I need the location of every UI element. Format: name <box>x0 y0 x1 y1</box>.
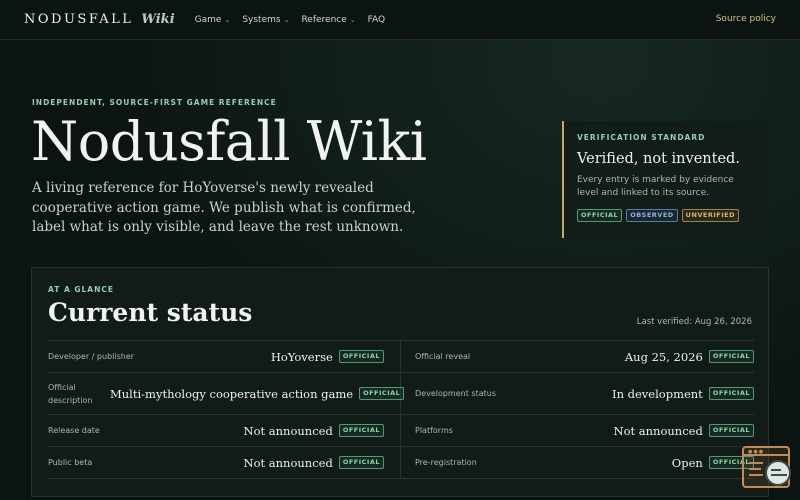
chevron-down-icon: ⌄ <box>224 15 231 24</box>
status-label: Platforms <box>415 426 453 435</box>
status-value-group: Not announced OFFICIAL <box>244 456 384 470</box>
status-row: Developer / publisher HoYoverse OFFICIAL… <box>48 341 754 373</box>
status-label: Pre-registration <box>415 458 477 467</box>
status-value: Aug 25, 2026 <box>624 349 703 364</box>
status-cell-developer: Developer / publisher HoYoverse OFFICIAL <box>48 341 401 372</box>
brand-suffix: Wiki <box>141 12 175 27</box>
status-row: Release date Not announced OFFICIAL Plat… <box>48 415 754 447</box>
page-title: Nodusfall Wiki <box>31 110 427 173</box>
status-value: Multi-mythology cooperative action game <box>110 386 354 401</box>
nav-item-faq[interactable]: FAQ <box>368 15 385 25</box>
nav-item-label: Systems <box>242 14 281 25</box>
status-value-group: Not announced OFFICIAL <box>614 424 754 438</box>
hero-eyebrow: INDEPENDENT, SOURCE-FIRST GAME REFERENCE <box>32 98 277 107</box>
nav-item-systems[interactable]: Systems ⌄ <box>242 15 289 25</box>
status-label: Development status <box>415 389 496 398</box>
widget-line <box>749 474 763 476</box>
help-widget-icon[interactable]: ●●● <box>742 446 791 488</box>
nav-item-label: Game <box>194 14 222 25</box>
status-eyebrow: AT A GLANCE <box>48 285 115 294</box>
verification-title: Verified, not invented. <box>577 151 740 167</box>
status-cell-development: Development status In development OFFICI… <box>401 373 754 414</box>
status-label: Release date <box>48 426 100 435</box>
status-grid: Developer / publisher HoYoverse OFFICIAL… <box>48 340 754 479</box>
widget-dots-icon: ●●● <box>748 449 765 455</box>
chip-unverified: UNVERIFIED <box>681 209 739 222</box>
chat-bubble-icon <box>765 460 791 486</box>
official-badge: OFFICIAL <box>338 350 384 363</box>
status-title: Current status <box>48 298 253 327</box>
top-nav: NODUSFALL Wiki Game ⌄ Systems ⌄ Referenc… <box>0 0 800 40</box>
brand-name: NODUSFALL <box>24 12 134 27</box>
status-cell-release-date: Release date Not announced OFFICIAL <box>48 415 401 446</box>
status-value-group: Aug 25, 2026 OFFICIAL <box>625 350 754 364</box>
verification-eyebrow: VERIFICATION STANDARD <box>577 133 706 142</box>
status-row: Public beta Not announced OFFICIAL Pre-r… <box>48 447 754 479</box>
status-panel: AT A GLANCE Current status Last verified… <box>31 267 769 497</box>
status-value: Not announced <box>613 423 703 438</box>
status-cell-pre-registration: Pre-registration Open OFFICIAL <box>401 447 754 478</box>
status-value-group: In development OFFICIAL <box>612 387 754 401</box>
status-cell-description: Official description Multi-mythology coo… <box>48 373 405 414</box>
verification-card: VERIFICATION STANDARD Verified, not inve… <box>562 121 768 238</box>
status-value: In development <box>612 386 703 401</box>
chip-observed: OBSERVED <box>626 209 678 222</box>
status-value-group: Not announced OFFICIAL <box>244 424 384 438</box>
brand-logo[interactable]: NODUSFALL Wiki <box>24 12 175 27</box>
status-value: Open <box>671 455 703 470</box>
source-policy-link[interactable]: Source policy <box>716 14 776 24</box>
official-badge: OFFICIAL <box>708 424 754 437</box>
status-value-group: Multi-mythology cooperative action game … <box>110 386 405 401</box>
status-label: Developer / publisher <box>48 352 135 361</box>
widget-line <box>749 468 761 470</box>
nav-item-game[interactable]: Game ⌄ <box>195 15 231 25</box>
official-badge: OFFICIAL <box>338 456 384 469</box>
official-badge: OFFICIAL <box>708 387 754 400</box>
evidence-legend: OFFICIAL OBSERVED UNVERIFIED <box>577 209 756 222</box>
last-verified: Last verified: Aug 26, 2026 <box>636 317 752 327</box>
chip-official: OFFICIAL <box>577 209 623 222</box>
verification-description: Every entry is marked by evidence level … <box>577 175 734 198</box>
status-value-group: HoYoverse OFFICIAL <box>271 350 384 364</box>
status-cell-platforms: Platforms Not announced OFFICIAL <box>401 415 754 446</box>
status-value: HoYoverse <box>270 349 333 364</box>
official-badge: OFFICIAL <box>708 350 754 363</box>
nav-item-reference[interactable]: Reference ⌄ <box>301 15 355 25</box>
chevron-down-icon: ⌄ <box>283 15 290 24</box>
nav-item-label: Reference <box>301 14 347 25</box>
official-badge: OFFICIAL <box>338 424 384 437</box>
status-label: Official description <box>48 382 93 405</box>
widget-line <box>749 462 763 464</box>
status-value: Not announced <box>243 423 333 438</box>
status-label: Public beta <box>48 458 93 467</box>
chevron-down-icon: ⌄ <box>349 15 356 24</box>
status-row: Official description Multi-mythology coo… <box>48 373 754 415</box>
status-label: Official reveal <box>415 352 471 361</box>
status-value: Not announced <box>243 455 333 470</box>
nav-item-label: FAQ <box>367 14 386 25</box>
status-cell-reveal: Official reveal Aug 25, 2026 OFFICIAL <box>401 341 754 372</box>
status-cell-public-beta: Public beta Not announced OFFICIAL <box>48 447 401 478</box>
widget-titlebar: ●●● <box>744 448 788 456</box>
official-badge: OFFICIAL <box>359 387 405 400</box>
hero-description: A living reference for HoYoverse's newly… <box>32 180 416 235</box>
nav-links: Game ⌄ Systems ⌄ Reference ⌄ FAQ <box>195 15 385 25</box>
